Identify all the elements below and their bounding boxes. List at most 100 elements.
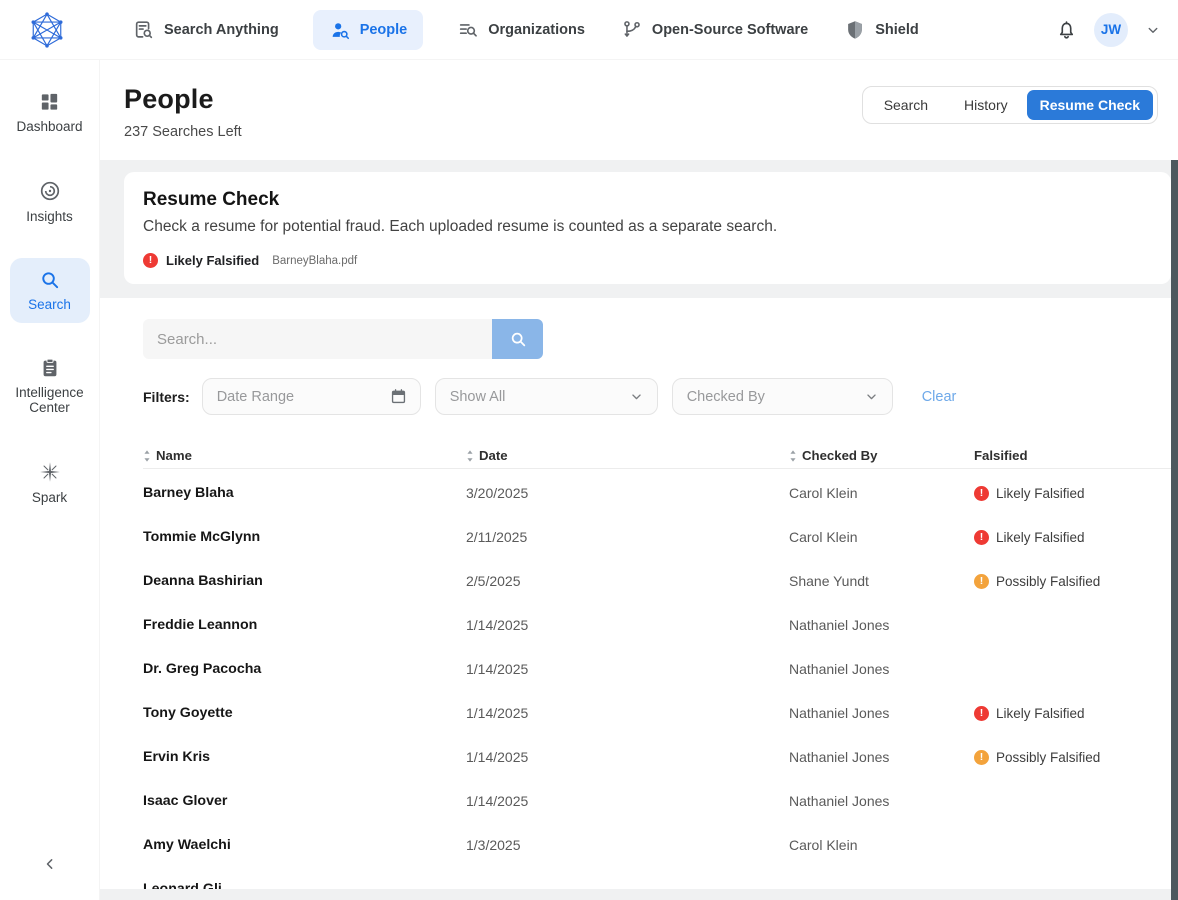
- topnav-item-shield[interactable]: Shield: [842, 10, 921, 50]
- user-avatar[interactable]: JW: [1094, 13, 1128, 47]
- row-name: Isaac Glover: [143, 793, 466, 809]
- alert-circle-icon: !: [143, 253, 158, 268]
- vertical-scrollbar-thumb[interactable]: [1171, 160, 1178, 900]
- row-checked-by: Carol Klein: [789, 485, 974, 501]
- sidebar-collapse-button[interactable]: [0, 854, 100, 874]
- spark-icon: [38, 460, 62, 484]
- date-range-placeholder: Date Range: [217, 389, 294, 405]
- tab-history[interactable]: History: [947, 90, 1025, 120]
- row-name: Dr. Greg Pacocha: [143, 661, 466, 677]
- app-logo[interactable]: [27, 10, 67, 50]
- filters-row: Filters: Date Range Show All Chec: [143, 378, 1178, 415]
- row-falsified-status: !Likely Falsified: [974, 706, 1178, 721]
- topnav-right: JW: [1055, 13, 1178, 47]
- dashboard-grid-icon: [38, 90, 61, 113]
- table-row[interactable]: Ervin Kris1/14/2025Nathaniel Jones!Possi…: [143, 735, 1178, 779]
- show-all-select[interactable]: Show All: [435, 378, 658, 415]
- row-date: 2/5/2025: [466, 573, 789, 589]
- sidebar-item-insights[interactable]: Insights: [10, 169, 90, 235]
- falsified-label: Likely Falsified: [996, 486, 1085, 501]
- table-row[interactable]: Tony Goyette1/14/2025Nathaniel Jones!Lik…: [143, 691, 1178, 735]
- falsified-label: Possibly Falsified: [996, 574, 1100, 589]
- table-rows: Barney Blaha3/20/2025Carol Klein!Likely …: [143, 471, 1178, 889]
- chevron-down-icon: [863, 388, 880, 405]
- results-section: Filters: Date Range Show All Chec: [100, 298, 1178, 889]
- row-date: 1/14/2025: [466, 617, 789, 633]
- mode-tab-group: SearchHistoryResume Check: [862, 86, 1158, 124]
- sidebar-item-dashboard[interactable]: Dashboard: [10, 80, 90, 145]
- resume-result-label: Likely Falsified: [166, 253, 259, 268]
- account-chevron-down-icon[interactable]: [1144, 21, 1162, 39]
- topnav-item-label: Organizations: [488, 22, 585, 38]
- checked-by-value: Checked By: [687, 389, 765, 405]
- falsified-label: Possibly Falsified: [996, 750, 1100, 765]
- search-button[interactable]: [492, 319, 543, 359]
- sidebar-item-search[interactable]: Search: [10, 258, 90, 323]
- row-checked-by: Nathaniel Jones: [789, 749, 974, 765]
- topnav-item-open-source-software[interactable]: Open-Source Software: [619, 10, 810, 50]
- resume-check-result: ! Likely Falsified BarneyBlaha.pdf: [143, 253, 1151, 268]
- column-header-falsified: Falsified: [974, 448, 1168, 463]
- table-row[interactable]: Tommie McGlynn2/11/2025Carol Klein!Likel…: [143, 515, 1178, 559]
- table-row[interactable]: Barney Blaha3/20/2025Carol Klein!Likely …: [143, 471, 1178, 515]
- topnav-items: Search Anything People Organizations Open-S…: [131, 10, 921, 50]
- top-navigation: Search Anything People Organizations Open-S…: [0, 0, 1178, 60]
- clear-filters-link[interactable]: Clear: [922, 389, 957, 405]
- row-name: Tony Goyette: [143, 705, 466, 721]
- main-content: People 237 Searches Left SearchHistoryRe…: [100, 60, 1178, 900]
- date-range-filter[interactable]: Date Range: [202, 378, 421, 415]
- sort-icon: [789, 450, 797, 462]
- row-checked-by: Nathaniel Jones: [789, 793, 974, 809]
- checked-by-select[interactable]: Checked By: [672, 378, 893, 415]
- person-search-icon: [329, 19, 351, 41]
- column-header-checked-by[interactable]: Checked By: [789, 448, 974, 463]
- column-header-label: Falsified: [974, 448, 1028, 463]
- table-row[interactable]: Leonard Gli: [143, 867, 1178, 889]
- sidebar-item-intelligence-center[interactable]: Intelligence Center: [10, 347, 90, 426]
- resume-check-description: Check a resume for potential fraud. Each…: [143, 218, 1151, 236]
- column-header-name[interactable]: Name: [143, 448, 466, 463]
- git-branch-icon: [621, 19, 643, 41]
- table-row[interactable]: Freddie Leannon1/14/2025Nathaniel Jones: [143, 603, 1178, 647]
- falsified-label: Likely Falsified: [996, 530, 1085, 545]
- row-falsified-status: !Likely Falsified: [974, 486, 1178, 501]
- row-date: 1/14/2025: [466, 705, 789, 721]
- row-name: Deanna Bashirian: [143, 573, 466, 589]
- alert-circle-icon: !: [974, 706, 989, 721]
- sidebar-item-label: Dashboard: [16, 119, 82, 135]
- notifications-bell-icon[interactable]: [1055, 18, 1078, 41]
- row-checked-by: Shane Yundt: [789, 573, 974, 589]
- search-input[interactable]: [143, 319, 492, 359]
- table-row[interactable]: Amy Waelchi1/3/2025Carol Klein: [143, 823, 1178, 867]
- row-name: Barney Blaha: [143, 485, 466, 501]
- topnav-item-organizations[interactable]: Organizations: [455, 10, 587, 50]
- sidebar-item-spark[interactable]: Spark: [10, 450, 90, 516]
- column-header-label: Name: [156, 448, 192, 463]
- filters-label: Filters:: [143, 389, 190, 405]
- row-name: Freddie Leannon: [143, 617, 466, 633]
- topnav-item-label: Search Anything: [164, 22, 279, 38]
- topnav-item-people[interactable]: People: [313, 10, 424, 50]
- column-header-label: Checked By: [802, 448, 878, 463]
- row-falsified-status: !Possibly Falsified: [974, 574, 1178, 589]
- row-name: Leonard Gli: [143, 881, 466, 889]
- sort-icon: [143, 450, 151, 462]
- chevron-down-icon: [628, 388, 645, 405]
- table-row[interactable]: Deanna Bashirian2/5/2025Shane Yundt!Poss…: [143, 559, 1178, 603]
- sidebar-item-label: Intelligence Center: [10, 385, 90, 416]
- shield-icon: [844, 19, 866, 41]
- tab-resume-check[interactable]: Resume Check: [1027, 90, 1153, 120]
- column-header-date[interactable]: Date: [466, 448, 789, 463]
- topnav-item-search-anything[interactable]: Search Anything: [131, 10, 281, 50]
- row-name: Tommie McGlynn: [143, 529, 466, 545]
- row-date: 2/11/2025: [466, 529, 789, 545]
- tab-search[interactable]: Search: [867, 90, 945, 120]
- list-search-icon: [457, 19, 479, 41]
- row-date: 1/3/2025: [466, 837, 789, 853]
- table-row[interactable]: Dr. Greg Pacocha1/14/2025Nathaniel Jones: [143, 647, 1178, 691]
- page-header: People 237 Searches Left SearchHistoryRe…: [100, 60, 1178, 160]
- row-name: Amy Waelchi: [143, 837, 466, 853]
- table-row[interactable]: Isaac Glover1/14/2025Nathaniel Jones: [143, 779, 1178, 823]
- row-checked-by: Carol Klein: [789, 529, 974, 545]
- alert-circle-icon: !: [974, 750, 989, 765]
